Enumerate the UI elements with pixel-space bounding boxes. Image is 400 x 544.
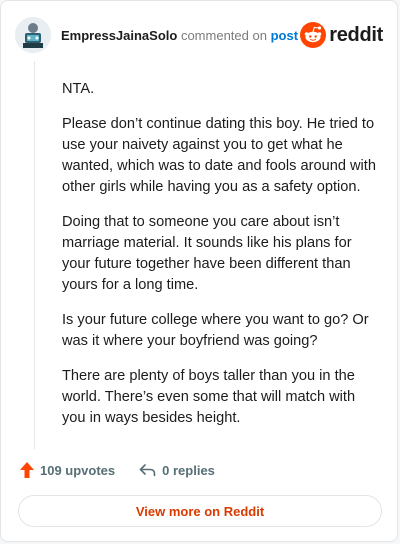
- comment-footer: 109 upvotes 0 replies: [19, 461, 215, 479]
- comment-header: EmpressJainaSolo commented on post reddi…: [15, 15, 383, 55]
- avatar[interactable]: [15, 17, 51, 53]
- embedded-comment-card: EmpressJainaSolo commented on post reddi…: [0, 0, 398, 542]
- reddit-wordmark: reddit: [329, 23, 383, 46]
- comment-paragraph: NTA.: [62, 81, 95, 97]
- reddit-brand[interactable]: reddit: [300, 22, 383, 48]
- comment-byline: EmpressJainaSolo commented on post: [61, 28, 298, 43]
- reddit-logo-icon: [300, 22, 327, 48]
- avatar-image: [15, 17, 51, 53]
- action-text: commented on: [180, 27, 267, 43]
- comment-paragraph: Please don’t continue dating this boy. H…: [62, 116, 376, 195]
- reply-count: 0 replies: [162, 462, 215, 478]
- thread-line: [34, 61, 35, 449]
- reply-icon: [139, 464, 156, 477]
- comment-paragraph: Doing that to someone you care about isn…: [62, 214, 352, 293]
- comment-paragraph: Is your future college where you want to…: [62, 312, 369, 349]
- upvote-count: 109 upvotes: [40, 462, 116, 478]
- post-link[interactable]: post: [271, 28, 298, 43]
- username[interactable]: EmpressJainaSolo: [61, 28, 177, 43]
- view-more-button[interactable]: View more on Reddit: [18, 495, 382, 527]
- view-more-label: View more on Reddit: [135, 503, 265, 519]
- replies-button[interactable]: 0 replies: [139, 463, 215, 478]
- comment-body: NTA. Please don’t continue dating this b…: [62, 79, 380, 443]
- upvote-arrow-icon: [20, 462, 34, 478]
- comment-paragraph: There are plenty of boys taller than you…: [62, 368, 356, 426]
- upvote-button[interactable]: 109 upvotes: [19, 461, 115, 479]
